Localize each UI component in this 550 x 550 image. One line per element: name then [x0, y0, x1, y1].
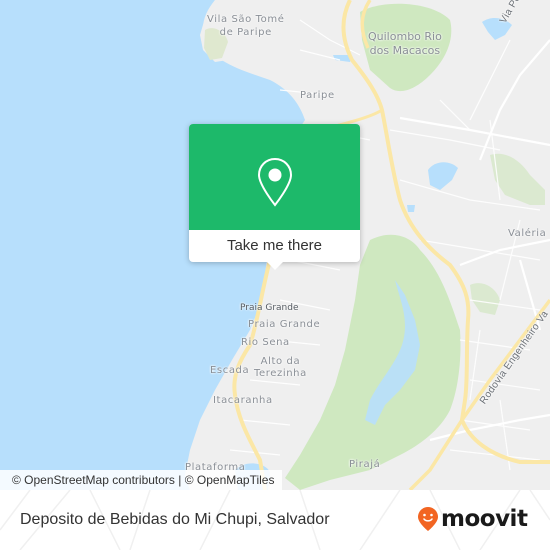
map-attribution[interactable]: © OpenStreetMap contributors | © OpenMap…: [0, 470, 283, 490]
label-line: Alto da: [260, 356, 301, 367]
place-name: Deposito de Bebidas do Mi Chupi, Salvado…: [20, 511, 330, 528]
label-praia-grande-small: Praia Grande: [240, 303, 299, 313]
take-me-there-button[interactable]: Take me there: [189, 230, 360, 262]
label-escada: Escada: [210, 365, 250, 376]
moovit-pin-icon: [418, 507, 438, 531]
label-piraja: Pirajá: [349, 459, 381, 470]
map-pin-icon: [257, 157, 293, 207]
label-vila-sao-tome: Vila São Tomé de Paripe: [207, 14, 284, 38]
moovit-wordmark: moovit: [441, 506, 528, 532]
popup-tail: [267, 262, 283, 270]
label-line: dos Macacos: [369, 44, 441, 57]
label-line: Terezinha: [254, 368, 307, 379]
label-valeria: Valéria: [508, 228, 547, 239]
popup-header[interactable]: [189, 124, 360, 230]
label-itacaranha: Itacaranha: [213, 395, 273, 406]
label-praia-grande: Praia Grande: [248, 319, 321, 330]
label-rio-sena: Rio Sena: [241, 337, 290, 348]
label-line: de Paripe: [219, 27, 272, 38]
location-popup[interactable]: Take me there: [189, 124, 360, 270]
label-quilombo: Quilombo Rio dos Macacos: [368, 31, 442, 56]
label-paripe: Paripe: [300, 90, 335, 101]
moovit-logo[interactable]: moovit: [417, 505, 528, 533]
label-line: Quilombo Rio: [368, 30, 442, 43]
label-line: Vila São Tomé: [207, 14, 285, 25]
label-alto-da-terezinha: Alto da Terezinha: [254, 356, 307, 379]
